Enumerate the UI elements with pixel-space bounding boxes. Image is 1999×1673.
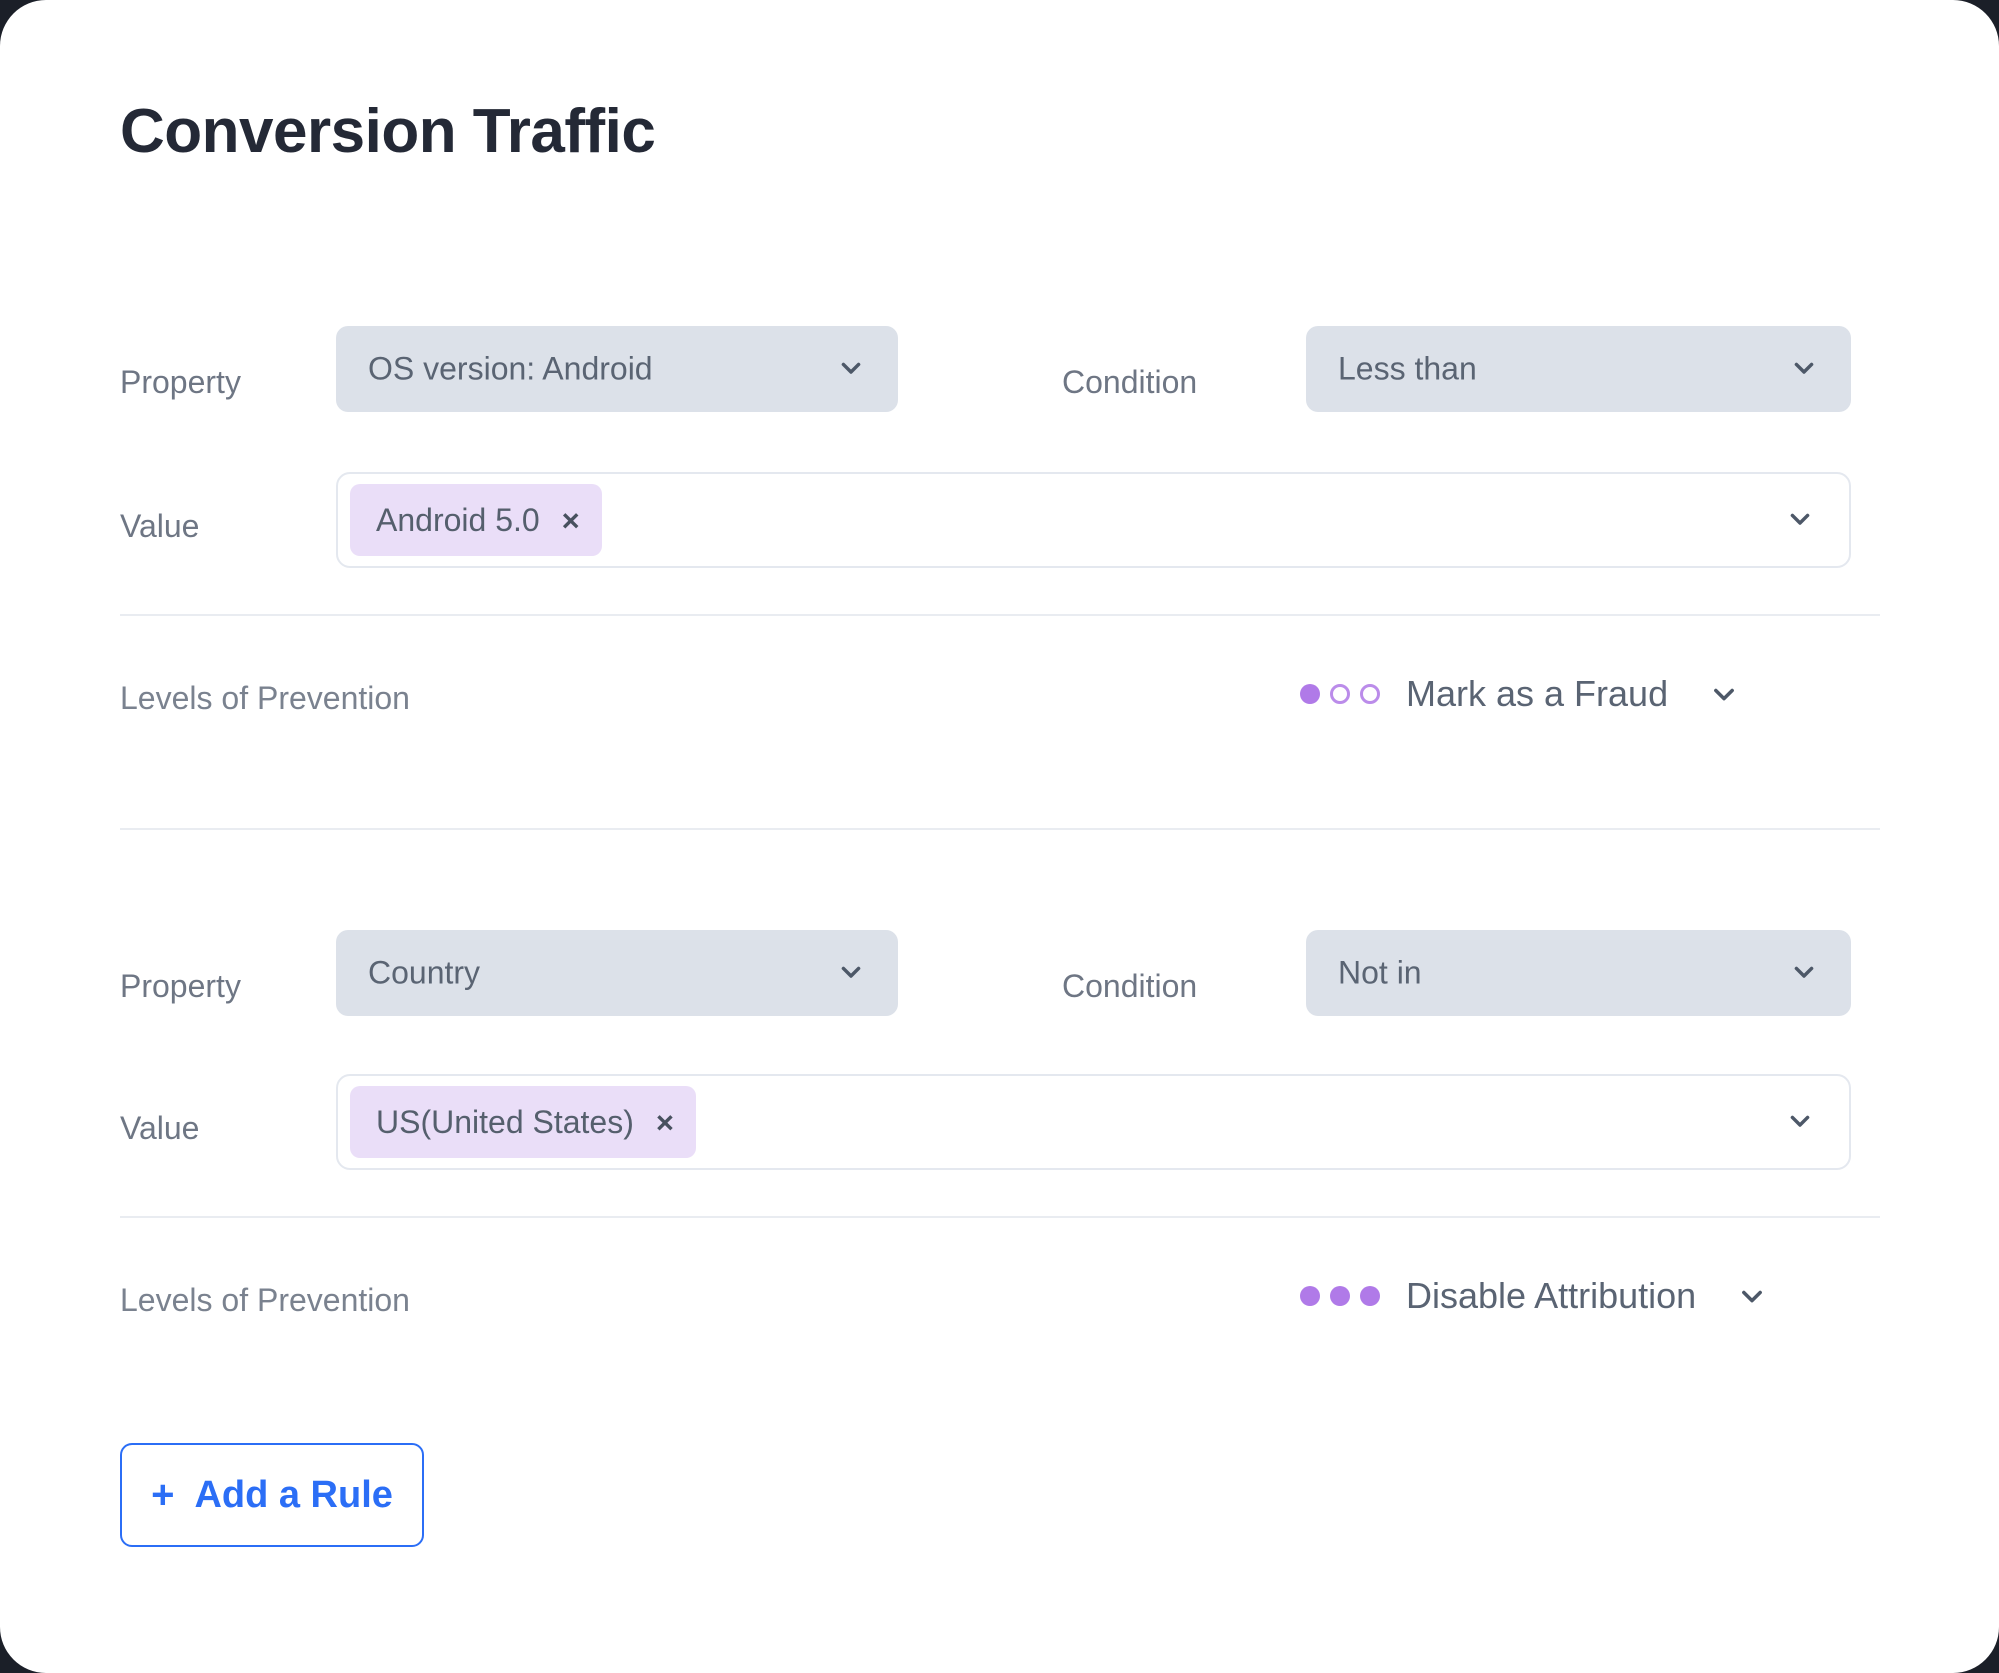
add-rule-button[interactable]: + Add a Rule xyxy=(120,1443,424,1547)
level-dot-filled xyxy=(1300,684,1320,704)
chevron-down-icon xyxy=(1791,959,1817,985)
chevron-down-icon[interactable] xyxy=(1738,1282,1766,1310)
rule-1-condition-value: Less than xyxy=(1338,350,1477,387)
add-rule-label: Add a Rule xyxy=(194,1473,393,1516)
rule-1-prevention-label: Levels of Prevention xyxy=(120,680,410,716)
rule-2-prevention-value: Disable Attribution xyxy=(1406,1275,1697,1316)
rule-1-prevention-dots xyxy=(1300,684,1380,704)
rule-2-condition-label: Condition xyxy=(1062,968,1198,1004)
rule-1-property-select[interactable]: OS version: Android xyxy=(336,326,898,412)
rule-2-condition-value: Not in xyxy=(1338,954,1422,991)
rule-1-prevention-selector[interactable]: Mark as a Fraud xyxy=(1300,664,1738,724)
rule-2-prevention-dots xyxy=(1300,1286,1380,1306)
chevron-down-icon[interactable] xyxy=(1787,506,1813,532)
rule-2-property-label: Property xyxy=(120,968,241,1004)
level-dot-filled xyxy=(1300,1286,1320,1306)
chevron-down-icon xyxy=(838,959,864,985)
rule-2-prevention-selector[interactable]: Disable Attribution xyxy=(1300,1266,1766,1326)
level-dot-empty xyxy=(1330,684,1350,704)
rule-2-value-label: Value xyxy=(120,1110,200,1146)
rule-2-value-chip[interactable]: US(United States) × xyxy=(350,1086,696,1158)
rule-1-value-chip[interactable]: Android 5.0 × xyxy=(350,484,602,556)
rule-2-condition-select[interactable]: Not in xyxy=(1306,930,1851,1016)
rule-2-prevention-label: Levels of Prevention xyxy=(120,1282,410,1318)
rule-2-property-select[interactable]: Country xyxy=(336,930,898,1016)
rule-1-condition-label: Condition xyxy=(1062,364,1198,400)
conversion-traffic-card: Conversion Traffic Property OS version: … xyxy=(0,0,1999,1673)
rule-1-condition-select[interactable]: Less than xyxy=(1306,326,1851,412)
rule-1-value-input[interactable]: Android 5.0 × xyxy=(336,472,1851,568)
chevron-down-icon xyxy=(838,355,864,381)
rule-1-value-label: Value xyxy=(120,508,200,544)
divider xyxy=(120,1216,1880,1218)
rule-1-property-value: OS version: Android xyxy=(368,350,653,387)
close-icon[interactable]: × xyxy=(562,505,580,536)
plus-icon: + xyxy=(151,1473,175,1517)
rule-1-value-chip-label: Android 5.0 xyxy=(376,501,540,538)
chevron-down-icon[interactable] xyxy=(1787,1108,1813,1134)
close-icon[interactable]: × xyxy=(656,1107,674,1138)
chevron-down-icon xyxy=(1791,355,1817,381)
level-dot-filled xyxy=(1360,1286,1380,1306)
level-dot-empty xyxy=(1360,684,1380,704)
chevron-down-icon[interactable] xyxy=(1710,680,1738,708)
level-dot-filled xyxy=(1330,1286,1350,1306)
rule-2-value-input[interactable]: US(United States) × xyxy=(336,1074,1851,1170)
rule-2-property-value: Country xyxy=(368,954,481,991)
page-title: Conversion Traffic xyxy=(120,97,656,166)
rule-1-property-label: Property xyxy=(120,364,241,400)
rule-2-value-chip-label: US(United States) xyxy=(376,1103,634,1140)
divider xyxy=(120,614,1880,616)
divider xyxy=(120,828,1880,830)
rule-1-prevention-value: Mark as a Fraud xyxy=(1406,673,1669,714)
